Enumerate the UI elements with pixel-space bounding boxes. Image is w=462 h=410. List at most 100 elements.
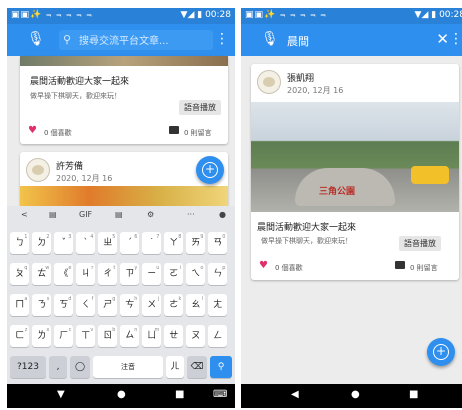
plus-icon: + xyxy=(202,162,218,178)
add-post-button[interactable]: + xyxy=(196,156,224,184)
avatar xyxy=(257,70,281,94)
heart-icon[interactable]: ♥ xyxy=(28,125,37,136)
key-hint: 2 xyxy=(46,234,50,240)
key-hint: 4 xyxy=(90,234,94,240)
recents-nav-icon[interactable]: ■ xyxy=(409,389,418,400)
keyboard-key[interactable]: ㄩm xyxy=(142,325,162,347)
keyboard-key[interactable]: ㄥ xyxy=(208,325,228,347)
voice-play-button[interactable]: 語音播放 xyxy=(179,100,221,115)
globe-icon[interactable]: ◯ xyxy=(70,356,90,378)
key-hint: g xyxy=(112,296,116,302)
keyboard-key[interactable]: ㄛi xyxy=(164,263,184,285)
keyboard-key[interactable]: ㄝ xyxy=(164,325,184,347)
key-hint: x xyxy=(46,327,50,333)
mic-icon[interactable]: 🎙 xyxy=(27,31,45,47)
post-card[interactable]: 張凱翔 2020, 12月 16 三角公園 晨間活動歡迎大家一起來 做早操下棋聊… xyxy=(251,64,459,280)
status-time: 00:28 xyxy=(439,10,462,20)
space-key[interactable]: 注音 xyxy=(93,356,163,378)
key-hint: f xyxy=(91,296,94,302)
post-card[interactable]: 許芳備 2020, 12月 16 xyxy=(20,152,228,212)
app-bar: 🎙 ⚲ ⋮ xyxy=(7,24,235,56)
keyboard-key[interactable]: ㄚ8 xyxy=(164,232,184,254)
keyboard-key[interactable]: ㄓ5 xyxy=(98,232,118,254)
keyboard-key[interactable]: ˇ3 xyxy=(54,232,74,254)
keyboard-key[interactable]: ㄣp xyxy=(208,263,228,285)
signal-icon: ▼◢ ▮ xyxy=(180,10,203,20)
close-icon[interactable]: ✕ xyxy=(436,30,449,48)
home-nav-icon[interactable]: ● xyxy=(351,389,360,400)
back-nav-icon[interactable]: ◀ xyxy=(291,389,299,400)
keyboard-key[interactable]: ㄤ xyxy=(208,294,228,316)
gif-button[interactable]: GIF xyxy=(79,210,92,219)
post-card[interactable]: 晨間活動歡迎大家一起來 做早操下棋聊天，歡迎來玩！ 語音播放 ♥ 0 個喜歡 0… xyxy=(20,56,228,144)
key-hint: b xyxy=(112,327,116,333)
comment-icon[interactable] xyxy=(169,126,179,134)
keyboard-key[interactable]: ㄨj xyxy=(142,294,162,316)
keyboard-key[interactable]: ㄖb xyxy=(98,325,118,347)
keyboard-key[interactable]: ㄔt xyxy=(98,263,118,285)
keyboard-key[interactable]: ㄐr xyxy=(76,263,96,285)
keyboard-key[interactable]: ㄊw xyxy=(32,263,52,285)
key-hint: y xyxy=(134,265,138,271)
key-hint: u xyxy=(156,265,160,271)
keyboard-key[interactable]: ㄎd xyxy=(54,294,74,316)
keyboard-key[interactable]: ㄌx xyxy=(32,325,52,347)
keyboard-hide-icon[interactable]: ⌨ xyxy=(213,389,227,400)
keyboard-key[interactable]: ㄑf xyxy=(76,294,96,316)
keyboard-key[interactable]: ㄇa xyxy=(10,294,30,316)
keyboard-key[interactable]: ㄞ9 xyxy=(186,232,206,254)
key-hint: q xyxy=(24,265,28,271)
keyboard-mic-icon[interactable]: ● xyxy=(219,210,226,219)
more-menu-icon[interactable]: ⋮ xyxy=(449,31,462,47)
keyboard-key[interactable]: ㄕg xyxy=(98,294,118,316)
keyboard-key[interactable]: ㄠl xyxy=(186,294,206,316)
keyboard-back-icon[interactable]: < xyxy=(21,210,28,219)
key-hint: l xyxy=(202,296,204,302)
back-nav-icon[interactable]: ▼ xyxy=(57,389,65,400)
keyboard-key[interactable]: ㄙn xyxy=(120,325,140,347)
keyboard-key[interactable]: ˙ 7 xyxy=(142,232,162,254)
heart-icon[interactable]: ♥ xyxy=(259,260,268,271)
keyboard-key[interactable]: ㄘh xyxy=(120,294,140,316)
sticker-icon[interactable]: ▤ xyxy=(49,210,57,219)
keyboard-key[interactable]: ㄢ0 xyxy=(208,232,228,254)
key-hint: 9 xyxy=(200,234,204,240)
clipboard-icon[interactable]: ▤ xyxy=(115,210,123,219)
keyboard-key[interactable]: ㄡ xyxy=(186,325,206,347)
keyboard-key[interactable]: ㄟo xyxy=(186,263,206,285)
keyboard-key[interactable]: ˊ6 xyxy=(120,232,140,254)
keyboard-key[interactable]: ㄏc xyxy=(54,325,74,347)
keyboard-key[interactable]: 《 e xyxy=(54,263,74,285)
key-hint: z xyxy=(24,327,28,333)
backspace-icon[interactable]: ⌫ xyxy=(187,356,207,378)
keyboard-settings-icon[interactable]: ⚙ xyxy=(147,210,154,219)
like-count: 0 個喜歡 xyxy=(44,129,72,137)
keyboard-key[interactable]: ㄧu xyxy=(142,263,162,285)
keyboard-key[interactable]: ㄋs xyxy=(32,294,52,316)
keyboard-key[interactable]: ㄆq xyxy=(10,263,30,285)
keyboard-key[interactable]: ㄈz xyxy=(10,325,30,347)
post-photo-strip xyxy=(20,56,228,66)
key-hint: s xyxy=(46,296,50,302)
keyboard-key[interactable]: ㄜk xyxy=(164,294,184,316)
more-menu-icon[interactable]: ⋮ xyxy=(215,31,229,47)
keyboard-key[interactable]: ㄒv xyxy=(76,325,96,347)
like-count: 0 個喜歡 xyxy=(275,264,303,272)
keyboard-key[interactable]: ˋ4 xyxy=(76,232,96,254)
keyboard-key[interactable]: ㄗy xyxy=(120,263,140,285)
mic-icon[interactable]: 🎙 xyxy=(261,31,279,47)
symbols-key[interactable]: ?123 xyxy=(10,356,46,378)
recents-nav-icon[interactable]: ■ xyxy=(175,389,184,400)
keyboard-key[interactable]: ㄉ2 xyxy=(32,232,52,254)
search-key[interactable]: ⚲ xyxy=(210,356,232,378)
voice-play-button[interactable]: 語音播放 xyxy=(399,236,441,251)
home-nav-icon[interactable]: ● xyxy=(117,389,126,400)
search-input[interactable] xyxy=(77,32,213,50)
keyboard-key[interactable]: ㄅ1 xyxy=(10,232,30,254)
punctuation-key[interactable]: , xyxy=(49,356,67,378)
search-box[interactable]: ⚲ xyxy=(59,30,213,50)
add-post-button[interactable]: + xyxy=(427,338,455,366)
comment-icon[interactable] xyxy=(395,261,405,269)
keyboard-more-icon[interactable]: ··· xyxy=(187,210,195,219)
er-key[interactable]: ㄦ xyxy=(166,356,184,378)
